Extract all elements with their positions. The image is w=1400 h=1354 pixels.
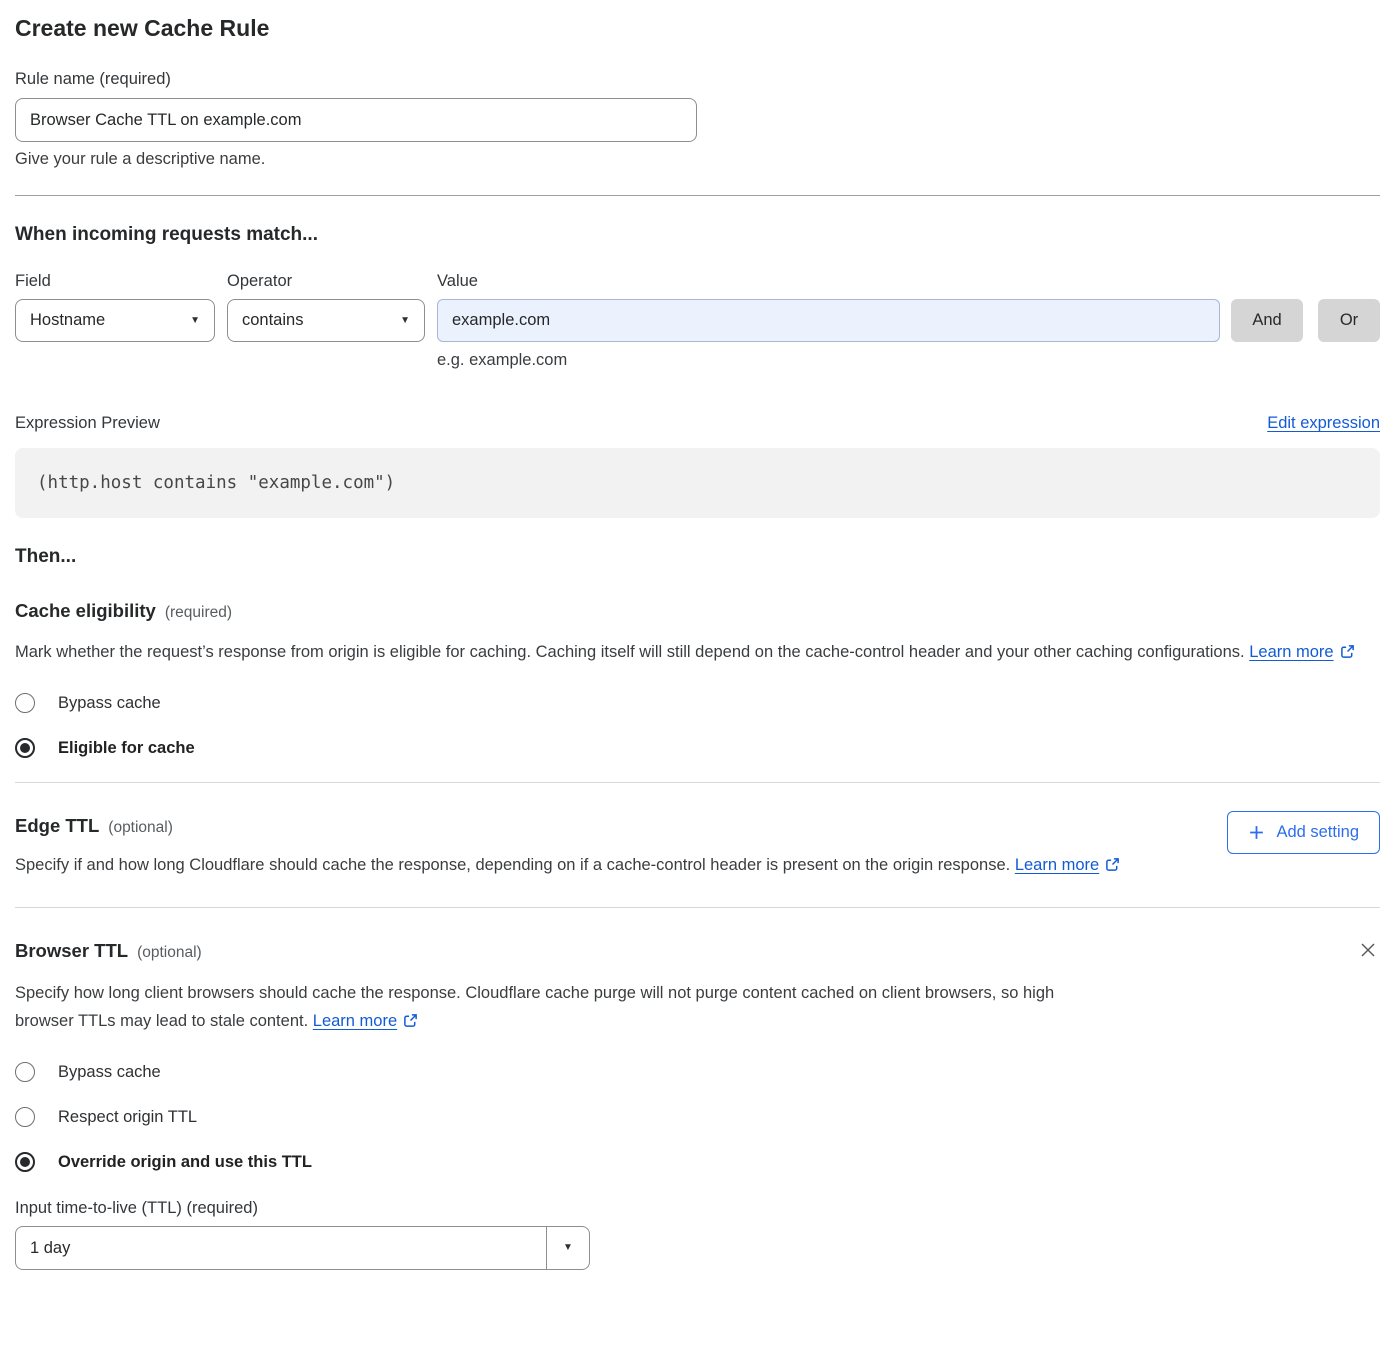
description-text: Specify if and how long Cloudflare shoul… — [15, 856, 1010, 874]
description-text: Mark whether the request’s response from… — [15, 643, 1245, 661]
operator-label: Operator — [227, 272, 437, 291]
radio-label: Respect origin TTL — [58, 1108, 197, 1127]
radio-circle-icon[interactable] — [15, 1107, 35, 1127]
then-heading: Then... — [15, 546, 1380, 568]
radio-label: Eligible for cache — [58, 739, 195, 758]
field-label: Field — [15, 272, 227, 291]
page-title: Create new Cache Rule — [15, 14, 1380, 42]
ttl-label: Input time-to-live (TTL) (required) — [15, 1199, 1380, 1218]
chevron-down-icon: ▼ — [190, 316, 200, 326]
field-select-value: Hostname — [30, 311, 105, 330]
expression-preview-label: Expression Preview — [15, 414, 160, 433]
operator-select-value: contains — [242, 311, 303, 330]
radio-circle-icon[interactable] — [15, 738, 35, 758]
external-link-icon — [1340, 644, 1355, 659]
chevron-down-icon: ▼ — [400, 316, 410, 326]
or-button[interactable]: Or — [1318, 299, 1380, 342]
radio-option-bypass-cache[interactable]: Bypass cache — [15, 693, 161, 713]
close-button[interactable] — [1356, 938, 1380, 965]
close-icon — [1358, 940, 1378, 960]
and-button[interactable]: And — [1231, 299, 1303, 342]
radio-option-override-origin-ttl[interactable]: Override origin and use this TTL — [15, 1152, 312, 1172]
create-cache-rule-form: Create new Cache Rule Rule name (require… — [0, 0, 1400, 1354]
learn-more-link[interactable]: Learn more — [1249, 643, 1333, 661]
radio-option-respect-origin-ttl[interactable]: Respect origin TTL — [15, 1107, 197, 1127]
expression-code-block: (http.host contains "example.com") — [15, 448, 1380, 518]
add-setting-label: Add setting — [1276, 823, 1359, 842]
expression-code: (http.host contains "example.com") — [37, 473, 395, 493]
radio-circle-icon[interactable] — [15, 693, 35, 713]
learn-more-link[interactable]: Learn more — [1015, 856, 1099, 874]
radio-option-eligible-for-cache[interactable]: Eligible for cache — [15, 738, 195, 758]
ttl-select-value: 1 day — [16, 1227, 546, 1269]
edit-expression-link[interactable]: Edit expression — [1267, 414, 1380, 433]
radio-label: Bypass cache — [58, 694, 161, 713]
browser-ttl-title: Browser TTL — [15, 940, 128, 962]
rule-name-helper: Give your rule a descriptive name. — [15, 150, 1380, 169]
ttl-select[interactable]: 1 day ▼ — [15, 1226, 590, 1270]
edge-ttl-text-block: Edge TTL (optional) Specify if and how l… — [15, 815, 1120, 879]
match-heading: When incoming requests match... — [15, 224, 1380, 246]
rule-name-input[interactable] — [15, 98, 697, 142]
edge-ttl-description: Specify if and how long Cloudflare shoul… — [15, 851, 1120, 879]
operator-select[interactable]: contains ▼ — [227, 299, 425, 342]
edge-ttl-title: Edge TTL — [15, 815, 99, 837]
radio-label: Bypass cache — [58, 1063, 161, 1082]
match-controls-row: Hostname ▼ contains ▼ And Or — [15, 299, 1380, 342]
external-link-icon — [1105, 857, 1120, 872]
chevron-down-icon: ▼ — [563, 1243, 573, 1253]
radio-label: Override origin and use this TTL — [58, 1153, 312, 1172]
radio-option-bypass-cache-browser[interactable]: Bypass cache — [15, 1062, 161, 1082]
external-link-icon — [403, 1013, 418, 1028]
edge-ttl-qualifier: (optional) — [108, 819, 173, 837]
cache-eligibility-qualifier: (required) — [165, 604, 232, 622]
field-select[interactable]: Hostname ▼ — [15, 299, 215, 342]
value-input[interactable] — [437, 299, 1220, 342]
add-setting-button[interactable]: Add setting — [1227, 811, 1380, 854]
browser-ttl-header: Browser TTL (optional) — [15, 940, 202, 962]
radio-circle-icon[interactable] — [15, 1062, 35, 1082]
browser-ttl-qualifier: (optional) — [137, 944, 202, 962]
value-label: Value — [437, 272, 478, 291]
value-hint: e.g. example.com — [437, 351, 1380, 370]
browser-ttl-description: Specify how long client browsers should … — [15, 979, 1115, 1035]
edge-ttl-section-header: Edge TTL (optional) Specify if and how l… — [15, 815, 1380, 879]
cache-eligibility-description: Mark whether the request’s response from… — [15, 638, 1360, 666]
cache-eligibility-header: Cache eligibility (required) — [15, 600, 1380, 622]
section-divider — [15, 907, 1380, 908]
match-labels-row: Field Operator Value — [15, 272, 1380, 291]
browser-ttl-section-header: Browser TTL (optional) — [15, 940, 1380, 965]
section-divider — [15, 782, 1380, 783]
expression-preview-row: Expression Preview Edit expression — [15, 414, 1380, 433]
edge-ttl-header: Edge TTL (optional) — [15, 815, 1120, 837]
section-divider — [15, 195, 1380, 196]
cache-eligibility-title: Cache eligibility — [15, 600, 156, 622]
plus-icon — [1248, 824, 1265, 841]
learn-more-link[interactable]: Learn more — [313, 1012, 397, 1030]
rule-name-label: Rule name (required) — [15, 70, 1380, 89]
ttl-caret-cell[interactable]: ▼ — [546, 1227, 589, 1269]
description-text: Specify how long client browsers should … — [15, 984, 1054, 1030]
radio-circle-icon[interactable] — [15, 1152, 35, 1172]
